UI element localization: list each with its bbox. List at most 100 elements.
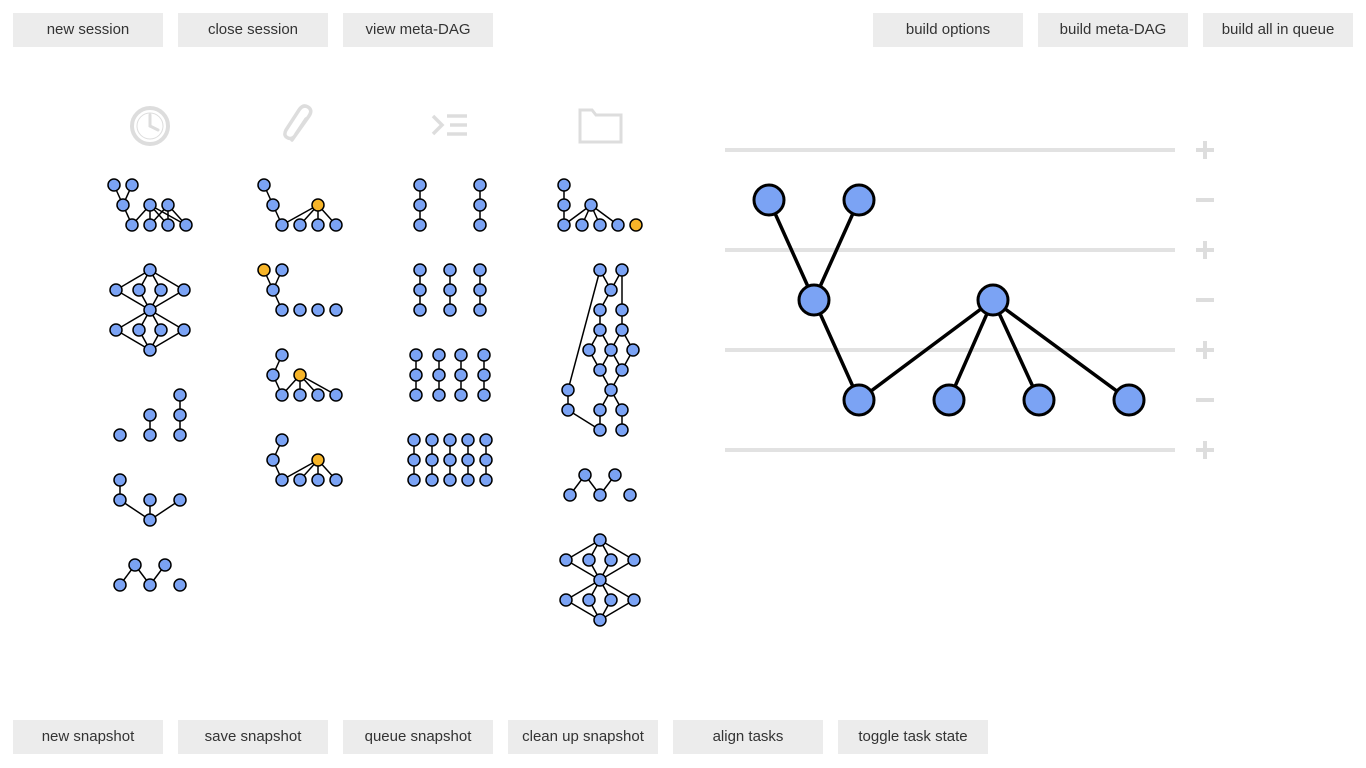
dag-node[interactable] bbox=[752, 183, 786, 217]
editor-dag[interactable] bbox=[752, 183, 1146, 417]
dag-node[interactable] bbox=[593, 423, 607, 437]
dag-node[interactable] bbox=[407, 473, 421, 487]
dag-node[interactable] bbox=[113, 493, 127, 507]
dag-node[interactable] bbox=[584, 198, 598, 212]
queue-dag-1[interactable] bbox=[413, 178, 487, 232]
clock-icon[interactable] bbox=[130, 106, 170, 146]
paperclip-icon[interactable] bbox=[283, 104, 313, 142]
dag-node[interactable] bbox=[132, 283, 146, 297]
dag-node[interactable] bbox=[578, 468, 592, 482]
file-dag-4[interactable] bbox=[559, 533, 641, 627]
dag-node[interactable] bbox=[113, 578, 127, 592]
dag-node[interactable] bbox=[125, 218, 139, 232]
queue-dag-4[interactable] bbox=[407, 433, 493, 487]
dag-node[interactable] bbox=[275, 263, 289, 277]
dag-node[interactable] bbox=[604, 343, 618, 357]
dag-node[interactable] bbox=[615, 363, 629, 377]
dag-node[interactable] bbox=[409, 388, 423, 402]
attachment-dag-4[interactable] bbox=[266, 433, 343, 487]
dag-node[interactable] bbox=[154, 283, 168, 297]
dag-node[interactable] bbox=[477, 368, 491, 382]
dag-node[interactable] bbox=[473, 303, 487, 317]
queue-icon[interactable] bbox=[431, 114, 467, 136]
dag-node[interactable] bbox=[443, 473, 457, 487]
queue-dag-2[interactable] bbox=[413, 263, 487, 317]
dag-node[interactable] bbox=[627, 593, 641, 607]
dag-node[interactable] bbox=[177, 323, 191, 337]
dag-node[interactable] bbox=[432, 368, 446, 382]
dag-node[interactable] bbox=[275, 388, 289, 402]
remove-row-icon[interactable] bbox=[1196, 298, 1214, 302]
dag-node[interactable] bbox=[143, 408, 157, 422]
dag-node[interactable] bbox=[329, 388, 343, 402]
dag-node[interactable] bbox=[477, 388, 491, 402]
dag-node[interactable] bbox=[559, 553, 573, 567]
dag-node[interactable] bbox=[615, 323, 629, 337]
dag-node[interactable] bbox=[143, 198, 157, 212]
history-dag-5[interactable] bbox=[113, 558, 187, 592]
dag-node[interactable] bbox=[473, 218, 487, 232]
dag-node[interactable] bbox=[128, 558, 142, 572]
dag-node[interactable] bbox=[293, 368, 307, 382]
dag-node[interactable] bbox=[425, 473, 439, 487]
dag-node[interactable] bbox=[311, 453, 325, 467]
history-dag-2[interactable] bbox=[109, 263, 191, 357]
dag-node[interactable] bbox=[623, 488, 637, 502]
dag-node[interactable] bbox=[257, 263, 271, 277]
dag-node[interactable] bbox=[109, 283, 123, 297]
dag-node[interactable] bbox=[173, 428, 187, 442]
dag-node[interactable] bbox=[293, 388, 307, 402]
dag-node[interactable] bbox=[413, 303, 427, 317]
dag-node[interactable] bbox=[443, 433, 457, 447]
dag-node[interactable] bbox=[608, 468, 622, 482]
dag-node[interactable] bbox=[593, 613, 607, 627]
dag-node[interactable] bbox=[593, 363, 607, 377]
attachment-dag-1[interactable] bbox=[257, 178, 343, 232]
dag-node[interactable] bbox=[461, 473, 475, 487]
dag-node[interactable] bbox=[593, 533, 607, 547]
dag-node[interactable] bbox=[593, 303, 607, 317]
dag-node[interactable] bbox=[593, 403, 607, 417]
dag-node[interactable] bbox=[582, 593, 596, 607]
dag-node[interactable] bbox=[143, 578, 157, 592]
dag-node[interactable] bbox=[311, 303, 325, 317]
dag-node[interactable] bbox=[604, 553, 618, 567]
dag-node[interactable] bbox=[113, 473, 127, 487]
dag-node[interactable] bbox=[293, 303, 307, 317]
dag-node[interactable] bbox=[479, 473, 493, 487]
dag-node[interactable] bbox=[132, 323, 146, 337]
dag-node[interactable] bbox=[557, 198, 571, 212]
file-dag-1[interactable] bbox=[557, 178, 643, 232]
dag-node[interactable] bbox=[454, 348, 468, 362]
dag-node[interactable] bbox=[582, 553, 596, 567]
file-dag-2[interactable] bbox=[561, 263, 640, 437]
dag-node[interactable] bbox=[593, 263, 607, 277]
dag-node[interactable] bbox=[143, 428, 157, 442]
dag-node[interactable] bbox=[976, 283, 1010, 317]
dag-node[interactable] bbox=[575, 218, 589, 232]
dag-node[interactable] bbox=[407, 433, 421, 447]
history-dag-4[interactable] bbox=[113, 473, 187, 527]
dag-node[interactable] bbox=[561, 403, 575, 417]
dag-node[interactable] bbox=[125, 178, 139, 192]
history-dag-3[interactable] bbox=[113, 388, 187, 442]
dag-node[interactable] bbox=[932, 383, 966, 417]
dag-node[interactable] bbox=[275, 303, 289, 317]
dag-node[interactable] bbox=[257, 178, 271, 192]
dag-node[interactable] bbox=[143, 493, 157, 507]
dag-node[interactable] bbox=[311, 388, 325, 402]
dag-node[interactable] bbox=[161, 198, 175, 212]
remove-row-icon[interactable] bbox=[1196, 398, 1214, 402]
dag-node[interactable] bbox=[107, 178, 121, 192]
dag-node[interactable] bbox=[626, 343, 640, 357]
dag-node[interactable] bbox=[615, 423, 629, 437]
dag-node[interactable] bbox=[329, 218, 343, 232]
dag-node[interactable] bbox=[582, 343, 596, 357]
dag-node[interactable] bbox=[842, 383, 876, 417]
history-dag-1[interactable] bbox=[107, 178, 193, 232]
add-row-icon[interactable] bbox=[1196, 341, 1214, 359]
dag-node[interactable] bbox=[293, 473, 307, 487]
dag-node[interactable] bbox=[311, 198, 325, 212]
dag-node[interactable] bbox=[473, 178, 487, 192]
dag-node[interactable] bbox=[443, 283, 457, 297]
